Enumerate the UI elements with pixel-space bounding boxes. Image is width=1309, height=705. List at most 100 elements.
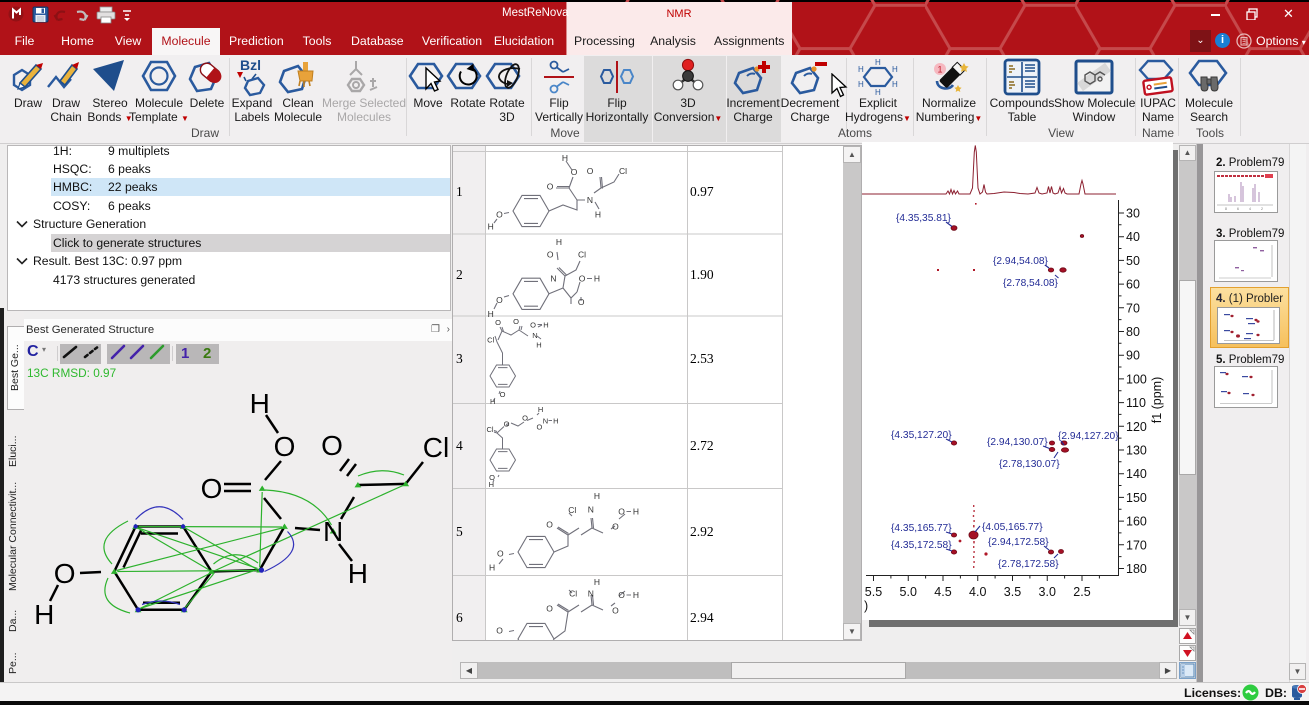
svg-text:O: O <box>496 210 503 220</box>
svg-text:1.90: 1.90 <box>690 267 714 282</box>
svg-text:O: O <box>546 604 553 614</box>
svg-text:H: H <box>488 222 494 232</box>
svg-text:1: 1 <box>938 65 943 75</box>
svg-text:{2.94,54.08}: {2.94,54.08} <box>993 256 1049 267</box>
svg-text:120: 120 <box>1126 420 1147 434</box>
svg-text:90: 90 <box>1126 349 1140 363</box>
svg-text:2: 2 <box>456 267 463 282</box>
svg-text:{2.94,127.20}: {2.94,127.20} <box>1058 431 1119 442</box>
svg-text:H: H <box>858 80 864 89</box>
svg-text:5.5: 5.5 <box>865 585 882 599</box>
svg-text:O: O <box>497 548 504 558</box>
svg-text:N: N <box>588 504 594 514</box>
svg-text:H: H <box>594 491 600 501</box>
svg-text:6: 6 <box>1237 207 1239 211</box>
svg-text:4: 4 <box>456 438 463 453</box>
svg-text:O: O <box>274 431 296 462</box>
svg-text:H: H <box>538 405 543 414</box>
svg-text:50: 50 <box>1126 254 1140 268</box>
svg-text:H: H <box>858 65 864 74</box>
svg-text:{4.35,35.81}: {4.35,35.81} <box>896 213 952 224</box>
svg-text:O: O <box>530 320 536 329</box>
svg-text:O: O <box>495 318 501 327</box>
svg-text:3.0: 3.0 <box>1039 585 1056 599</box>
svg-text:1: 1 <box>181 345 189 362</box>
svg-text:H: H <box>250 388 270 419</box>
svg-text:170: 170 <box>1126 538 1147 552</box>
svg-text:O: O <box>54 558 76 589</box>
svg-text:H: H <box>543 320 548 329</box>
svg-text:H: H <box>892 80 898 89</box>
svg-text:{4.35,172.58}: {4.35,172.58} <box>891 540 952 551</box>
svg-text:H: H <box>556 237 562 247</box>
svg-text:f1 (ppm): f1 (ppm) <box>1150 377 1164 424</box>
svg-text:8: 8 <box>1225 207 1227 211</box>
svg-text:N: N <box>323 516 343 547</box>
svg-text:O: O <box>496 626 503 636</box>
svg-text:80: 80 <box>1126 325 1140 339</box>
svg-text:130: 130 <box>1126 444 1147 458</box>
svg-text:O: O <box>618 506 625 516</box>
svg-text:O: O <box>546 520 553 530</box>
svg-text:4: 4 <box>1249 207 1251 211</box>
svg-text:O: O <box>612 606 619 616</box>
svg-text:70: 70 <box>1126 301 1140 315</box>
svg-text:{4.35,127.20}: {4.35,127.20} <box>891 430 952 441</box>
svg-text:O: O <box>504 420 510 429</box>
svg-text:100: 100 <box>1126 372 1147 386</box>
svg-text:O: O <box>618 590 625 600</box>
svg-text:H: H <box>348 558 368 589</box>
svg-text:140: 140 <box>1126 467 1147 481</box>
svg-text:40: 40 <box>1126 230 1140 244</box>
svg-text:30: 30 <box>1126 207 1140 221</box>
svg-text:2.94: 2.94 <box>690 610 714 625</box>
svg-text:110: 110 <box>1126 396 1146 410</box>
svg-text:150: 150 <box>1126 491 1147 505</box>
svg-text:Cl: Cl <box>423 432 449 463</box>
svg-text:): ) <box>864 599 868 613</box>
svg-text:5.0: 5.0 <box>900 585 917 599</box>
svg-text:4.5: 4.5 <box>934 585 951 599</box>
svg-text:1: 1 <box>456 184 463 199</box>
svg-text:H: H <box>488 309 494 319</box>
svg-text:N: N <box>543 417 548 426</box>
svg-text:180: 180 <box>1126 562 1147 576</box>
svg-text:2.72: 2.72 <box>690 438 714 453</box>
svg-text:5: 5 <box>456 524 463 539</box>
svg-text:6: 6 <box>456 610 463 625</box>
svg-text:H: H <box>562 153 568 163</box>
svg-text:O: O <box>513 317 519 326</box>
svg-text:{2.94,130.07}: {2.94,130.07} <box>987 437 1048 448</box>
svg-text:O: O <box>587 166 594 176</box>
svg-text:O: O <box>522 414 528 423</box>
svg-text:H: H <box>594 274 600 284</box>
svg-text:H: H <box>536 341 541 350</box>
svg-text:O: O <box>536 423 542 432</box>
svg-text:N: N <box>550 274 556 284</box>
svg-text:H: H <box>595 210 601 220</box>
svg-text:H: H <box>34 599 54 630</box>
svg-text:H: H <box>875 58 881 67</box>
svg-text:O: O <box>201 473 223 504</box>
svg-text:2.5: 2.5 <box>1073 585 1090 599</box>
svg-text:N: N <box>587 195 593 205</box>
svg-text:4.0: 4.0 <box>969 585 986 599</box>
svg-text:Cl: Cl <box>487 336 494 345</box>
svg-text:H: H <box>489 480 494 489</box>
svg-text:N: N <box>588 588 594 598</box>
svg-text:O: O <box>547 250 554 260</box>
svg-text:Cl: Cl <box>569 588 577 598</box>
svg-text:O: O <box>496 295 503 305</box>
svg-text:H: H <box>553 417 558 426</box>
svg-text:Cl: Cl <box>568 505 576 515</box>
svg-text:{2.78,130.07}: {2.78,130.07} <box>999 459 1060 470</box>
svg-text:Cl: Cl <box>578 250 586 260</box>
svg-text:{4.35,165.77}: {4.35,165.77} <box>891 523 952 534</box>
svg-text:H: H <box>490 397 495 406</box>
svg-text:2.53: 2.53 <box>690 351 714 366</box>
svg-text:0.97: 0.97 <box>690 184 714 199</box>
svg-text:H: H <box>594 577 600 587</box>
svg-text:O: O <box>547 182 554 192</box>
svg-text:O: O <box>321 430 343 461</box>
svg-text:Cl: Cl <box>619 166 627 176</box>
